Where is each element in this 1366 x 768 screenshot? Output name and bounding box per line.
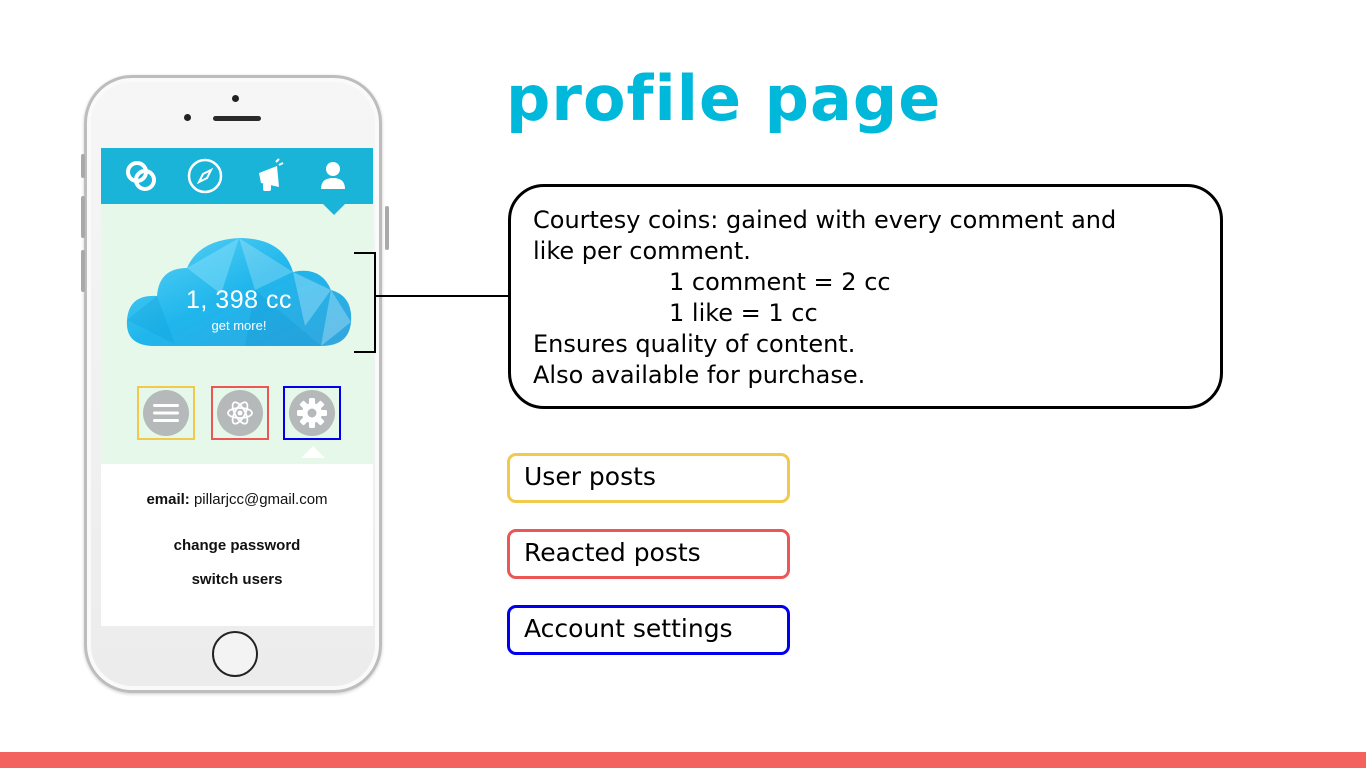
earpiece-speaker bbox=[213, 116, 261, 121]
legend-reacted-posts: Reacted posts bbox=[507, 529, 790, 579]
callout-line: like per comment. bbox=[533, 237, 751, 265]
email-value: pillarjcc@gmail.com bbox=[193, 491, 328, 508]
email-label: email: bbox=[146, 491, 190, 508]
legend-user-posts: User posts bbox=[507, 453, 790, 503]
proximity-sensor bbox=[184, 114, 191, 121]
callout-line: Ensures quality of content. bbox=[533, 330, 856, 358]
active-tab-pointer-down bbox=[301, 446, 325, 458]
slide-title: profile page bbox=[506, 62, 942, 135]
account-settings-tab[interactable] bbox=[283, 386, 341, 440]
phone-mockup: 1, 398 cc get more! email: pillarjcc@gma… bbox=[81, 75, 389, 693]
bottom-accent-bar bbox=[0, 752, 1366, 768]
switch-users-link[interactable]: switch users bbox=[101, 571, 373, 588]
user-icon[interactable] bbox=[313, 156, 353, 196]
email-row: email: pillarjcc@gmail.com bbox=[101, 491, 373, 508]
callout-line: 1 like = 1 cc bbox=[669, 299, 818, 327]
app-nav-bar bbox=[101, 148, 373, 204]
phone-power-button bbox=[385, 206, 389, 250]
active-tab-pointer bbox=[323, 204, 345, 215]
megaphone-icon[interactable] bbox=[249, 156, 289, 196]
home-button[interactable] bbox=[212, 631, 258, 677]
link-rings-icon[interactable] bbox=[121, 156, 161, 196]
coins-bracket bbox=[354, 252, 376, 353]
gear-icon bbox=[289, 390, 335, 436]
front-camera bbox=[232, 95, 239, 102]
callout-line: Also available for purchase. bbox=[533, 361, 866, 389]
courtesy-coins-callout: Courtesy coins: gained with every commen… bbox=[508, 184, 1223, 409]
callout-line: Courtesy coins: gained with every commen… bbox=[533, 206, 1117, 234]
legend-account-settings: Account settings bbox=[507, 605, 790, 655]
phone-side-button bbox=[81, 154, 85, 178]
get-more-link[interactable]: get more! bbox=[125, 318, 353, 333]
callout-line: 1 comment = 2 cc bbox=[669, 268, 891, 296]
compass-icon[interactable] bbox=[185, 156, 225, 196]
phone-volume-up-button bbox=[81, 196, 85, 238]
phone-volume-down-button bbox=[81, 250, 85, 292]
atom-icon bbox=[217, 390, 263, 436]
user-posts-tab[interactable] bbox=[137, 386, 195, 440]
connector-line bbox=[376, 295, 509, 297]
change-password-link[interactable]: change password bbox=[101, 537, 373, 554]
phone-screen: 1, 398 cc get more! email: pillarjcc@gma… bbox=[101, 148, 373, 626]
list-icon bbox=[143, 390, 189, 436]
reacted-posts-tab[interactable] bbox=[211, 386, 269, 440]
courtesy-coins-value: 1, 398 cc bbox=[186, 286, 292, 314]
